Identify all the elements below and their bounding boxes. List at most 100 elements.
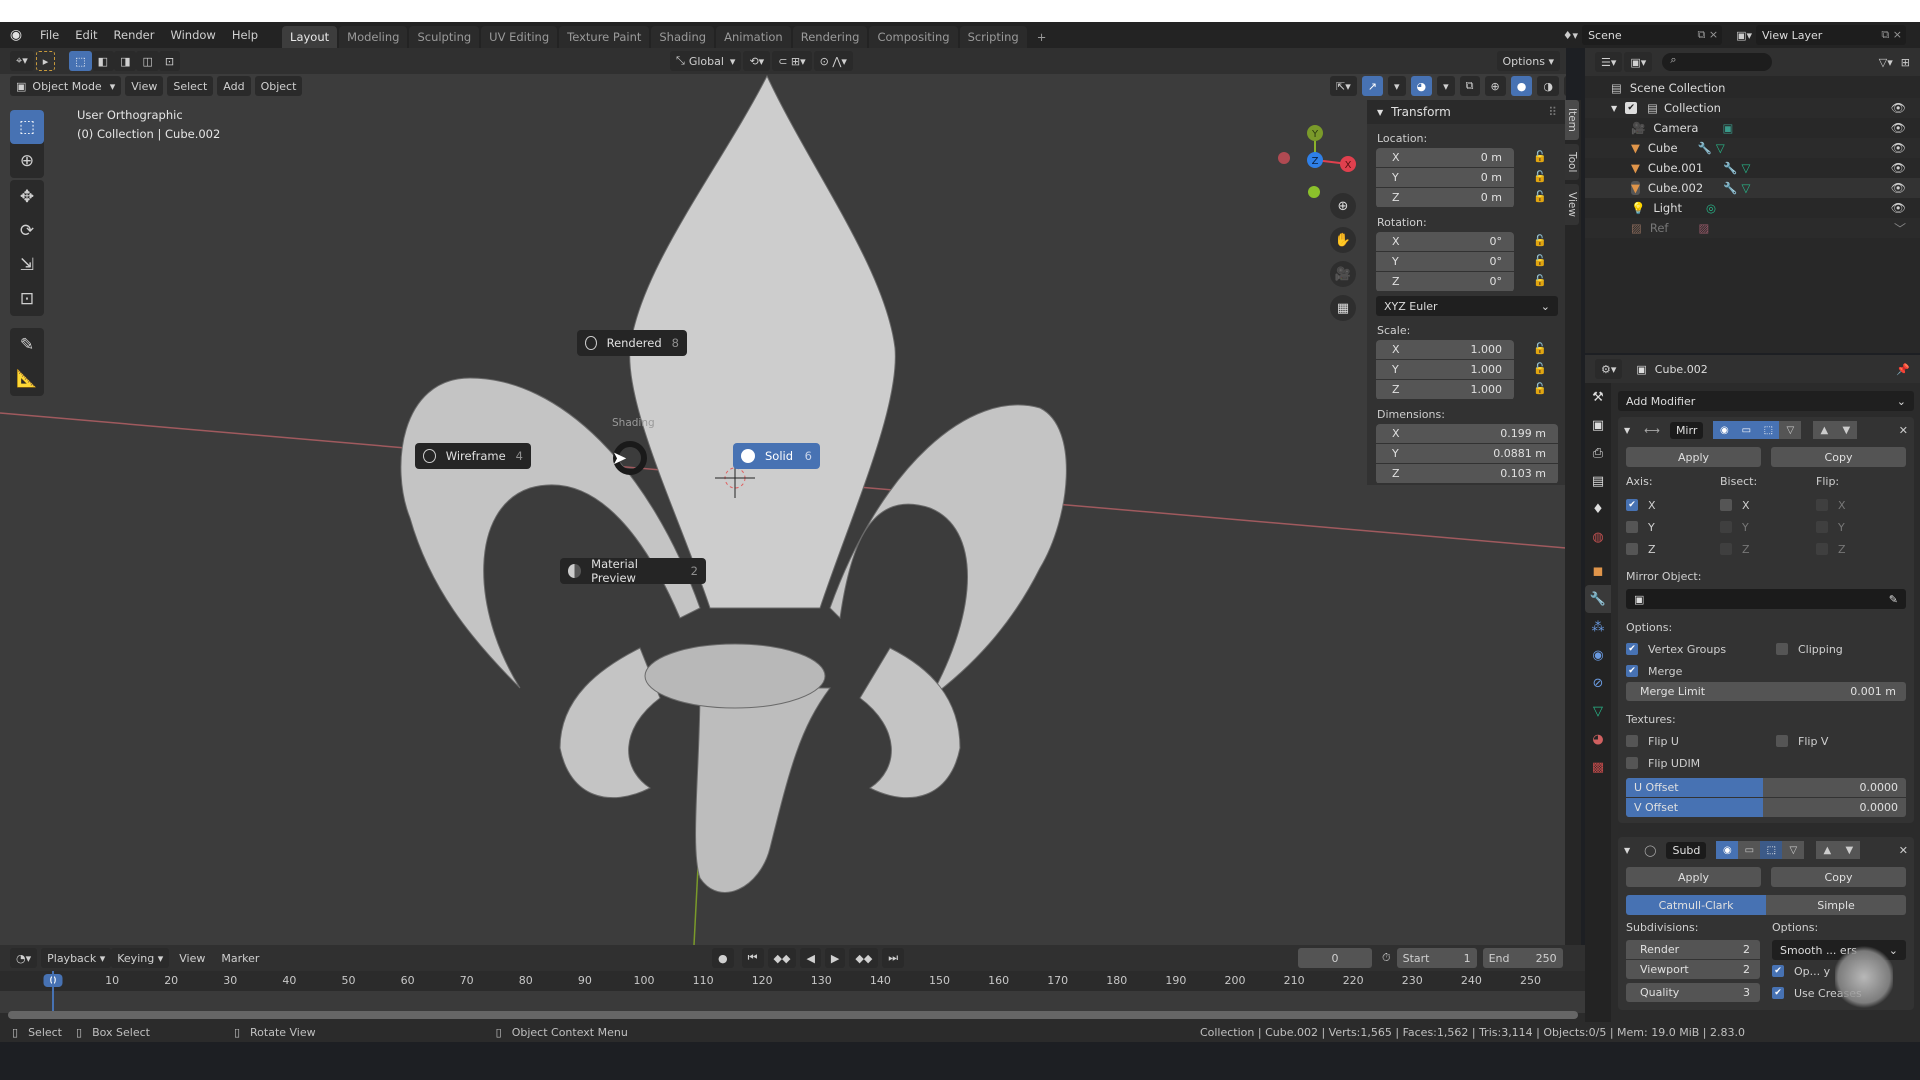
jump-end-icon[interactable]: ⏭ — [882, 948, 905, 968]
cage-toggle-icon[interactable]: ⬚ — [1760, 841, 1783, 859]
mesh-data-icon[interactable]: ▽ — [1742, 161, 1751, 175]
clipping-checkbox[interactable]: Clipping — [1776, 638, 1843, 660]
collection-checkbox[interactable]: ✔ — [1625, 102, 1638, 114]
tab-animation[interactable]: Animation — [716, 26, 791, 48]
view-layer-selector[interactable]: View Layer ⧉ × — [1756, 25, 1906, 45]
scene-tab-icon[interactable]: ♦ — [1585, 495, 1611, 523]
edit-mode-toggle-icon[interactable]: ◉ — [1716, 841, 1739, 859]
visibility-eye-icon[interactable]: 👁 — [1891, 201, 1906, 215]
start-frame-field[interactable]: Start 1 — [1396, 948, 1477, 968]
menu-render[interactable]: Render — [106, 28, 163, 42]
timeline-ruler[interactable]: 0102030405060708090100110120130140150160… — [0, 971, 1585, 991]
outliner-item-cube-002[interactable]: ▼ Cube.002 🔧 ▽ 👁 — [1585, 178, 1920, 198]
catmull-clark-toggle[interactable]: Catmull-Clark — [1626, 895, 1766, 915]
location-y-field[interactable]: Y 0 m — [1376, 168, 1514, 187]
modifier-wrench-icon[interactable]: 🔧 — [1723, 181, 1737, 195]
next-keyframe-icon[interactable]: ◆◆ — [849, 948, 879, 968]
bisect-x-checkbox[interactable]: X — [1720, 494, 1816, 516]
record-icon[interactable]: ● — [712, 948, 734, 968]
filter-icon[interactable]: ▽▾ — [1879, 56, 1893, 69]
outliner-item-collection[interactable]: ▼ ✔ ▤ Collection 👁 — [1585, 98, 1920, 118]
visibility-eye-icon[interactable]: 👁 — [1891, 101, 1906, 115]
pin-icon[interactable]: 📌 — [1896, 363, 1910, 376]
viewport-toggle-icon[interactable]: ▭ — [1735, 421, 1758, 439]
zoom-icon[interactable]: ⊕ — [1330, 193, 1356, 219]
current-frame-field[interactable]: 0 — [1298, 948, 1372, 968]
tab-scripting[interactable]: Scripting — [959, 26, 1027, 48]
scene-selector[interactable]: Scene ⧉ × — [1582, 25, 1723, 45]
on-cage-toggle-icon[interactable]: ▽ — [1779, 421, 1802, 439]
blender-logo-icon[interactable]: ◉ — [0, 27, 32, 43]
merge-limit-field[interactable]: Merge Limit 0.001 m — [1626, 682, 1906, 701]
remove-modifier-icon[interactable]: ✕ — [1899, 424, 1908, 437]
outliner-item-cube-001[interactable]: ▼ Cube.001 🔧 ▽ 👁 — [1585, 158, 1920, 178]
properties-editor-type-icon[interactable]: ⚙▾ — [1595, 359, 1623, 379]
flip-v-checkbox[interactable]: Flip V — [1776, 730, 1828, 752]
cage-toggle-icon[interactable]: ⬚ — [1757, 421, 1780, 439]
edit-mode-toggle-icon[interactable]: ◉ — [1713, 421, 1736, 439]
sidebar-tab-tool[interactable]: Tool — [1565, 143, 1579, 181]
display-mode-icon[interactable]: ▣▾ — [1624, 52, 1653, 72]
u-offset-slider[interactable]: U Offset 0.0000 — [1626, 778, 1906, 797]
collapse-triangle-icon[interactable]: ▼ — [1624, 426, 1630, 435]
axis-z-checkbox[interactable]: Z — [1626, 538, 1720, 560]
apply-button[interactable]: Apply — [1626, 867, 1761, 887]
visibility-eye-icon[interactable]: 👁 — [1891, 161, 1906, 175]
lock-scale-z-icon[interactable]: 🔓 — [1533, 382, 1547, 395]
prev-keyframe-icon[interactable]: ◆◆ — [767, 948, 797, 968]
add-workspace-button[interactable]: + — [1029, 26, 1055, 48]
outliner-item-light[interactable]: 💡 Light ◎ 👁 — [1585, 198, 1920, 218]
visibility-eye-icon[interactable]: 👁 — [1891, 121, 1906, 135]
lock-rotation-y-icon[interactable]: 🔓 — [1533, 254, 1547, 267]
rotation-y-field[interactable]: Y 0° — [1376, 252, 1514, 271]
particles-tab-icon[interactable]: ⁂ — [1585, 613, 1611, 641]
tab-modeling[interactable]: Modeling — [339, 26, 408, 48]
sidebar-tab-item[interactable]: Item — [1565, 100, 1579, 140]
quality-field[interactable]: Quality 3 — [1626, 983, 1760, 1002]
outliner-editor-type-icon[interactable]: ☰▾ — [1595, 52, 1623, 72]
viewport-levels-field[interactable]: Viewport 2 — [1626, 960, 1760, 979]
sidebar-tab-view[interactable]: View — [1565, 184, 1579, 226]
camera-data-icon[interactable]: ▣ — [1722, 121, 1733, 135]
remove-modifier-icon[interactable]: ✕ — [1899, 844, 1908, 857]
scale-z-field[interactable]: Z 1.000 — [1376, 380, 1514, 399]
scale-tool-icon[interactable]: ⇲ — [10, 248, 44, 282]
outliner-search-input[interactable]: ⌕ — [1662, 53, 1773, 71]
object-tab-icon[interactable]: ◼ — [1585, 557, 1611, 585]
camera-view-icon[interactable]: 🎥 — [1330, 261, 1356, 287]
view-layer-icon[interactable]: ▣▾ — [1736, 29, 1752, 42]
ortho-grid-icon[interactable]: ▦ — [1330, 295, 1356, 321]
menu-help[interactable]: Help — [224, 28, 266, 42]
copy-button[interactable]: Copy — [1771, 447, 1906, 467]
lock-location-y-icon[interactable]: 🔓 — [1533, 170, 1547, 183]
flip-y-checkbox[interactable]: Y — [1816, 516, 1846, 538]
physics-tab-icon[interactable]: ◉ — [1585, 641, 1611, 669]
rotation-z-field[interactable]: Z 0° — [1376, 272, 1514, 291]
play-icon[interactable]: ▶ — [824, 948, 846, 968]
texture-tab-icon[interactable]: ▩ — [1585, 753, 1611, 781]
move-down-icon[interactable]: ▼ — [1838, 841, 1861, 859]
modifier-wrench-icon[interactable]: 🔧 — [1698, 141, 1712, 155]
move-down-icon[interactable]: ▼ — [1835, 421, 1858, 439]
render-tab-icon[interactable]: ▣ — [1585, 411, 1611, 439]
rotation-mode-dropdown[interactable]: XYZ Euler ⌄ — [1376, 296, 1558, 316]
bisect-z-checkbox[interactable]: Z — [1720, 538, 1816, 560]
scene-icon[interactable]: ♦▾ — [1563, 29, 1578, 42]
annotate-tool-icon[interactable]: ✎ — [10, 328, 44, 362]
data-tab-icon[interactable]: ▽ — [1585, 697, 1611, 725]
new-collection-icon[interactable]: ⊞ — [1901, 56, 1910, 69]
tab-sculpting[interactable]: Sculpting — [409, 26, 480, 48]
transform-tool-icon[interactable]: ⊡ — [10, 282, 44, 316]
menu-playback[interactable]: Playback ▾ — [41, 948, 112, 968]
menu-window[interactable]: Window — [162, 28, 223, 42]
drag-handle-icon[interactable]: ⠿ — [1548, 105, 1565, 119]
timeline-editor-type-icon[interactable]: ◔▾ — [10, 948, 38, 968]
apply-button[interactable]: Apply — [1626, 447, 1761, 467]
menu-keying[interactable]: Keying ▾ — [111, 948, 170, 968]
mesh-data-icon[interactable]: ▽ — [1742, 181, 1751, 195]
scale-x-field[interactable]: X 1.000 — [1376, 340, 1514, 359]
image-data-icon[interactable]: ▨ — [1698, 221, 1709, 235]
menu-timeline-view[interactable]: View — [173, 948, 211, 968]
light-data-icon[interactable]: ◎ — [1706, 201, 1716, 215]
copy-button[interactable]: Copy — [1771, 867, 1906, 887]
